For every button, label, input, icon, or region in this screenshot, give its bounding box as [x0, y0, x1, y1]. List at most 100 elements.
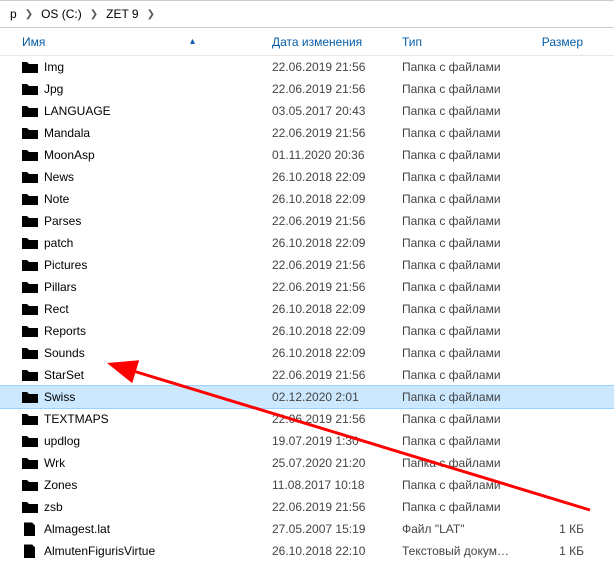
- header-type[interactable]: Тип: [394, 28, 512, 55]
- cell-date: 26.10.2018 22:09: [264, 236, 394, 250]
- item-name: StarSet: [44, 368, 84, 382]
- cell-date: 26.10.2018 22:09: [264, 302, 394, 316]
- list-item[interactable]: Wrk25.07.2020 21:20Папка с файлами: [0, 452, 614, 474]
- list-item[interactable]: AlmutenFigurisVirtue 26.10.2018 22:10Текс…: [0, 540, 614, 562]
- item-name: Img: [44, 60, 64, 74]
- list-item[interactable]: Mandala22.06.2019 21:56Папка с файлами: [0, 122, 614, 144]
- folder-icon: [22, 368, 38, 382]
- cell-date: 22.06.2019 21:56: [264, 258, 394, 272]
- cell-date: 22.06.2019 21:56: [264, 280, 394, 294]
- list-item[interactable]: LANGUAGE03.05.2017 20:43Папка с файлами: [0, 100, 614, 122]
- cell-date: 26.10.2018 22:09: [264, 324, 394, 338]
- cell-name: LANGUAGE: [0, 104, 264, 118]
- breadcrumb[interactable]: р ❯ OS (C:) ❯ ZET 9 ❯: [0, 0, 614, 28]
- cell-name: Jpg: [0, 82, 264, 96]
- chevron-right-icon[interactable]: ❯: [147, 9, 155, 20]
- folder-icon: [22, 412, 38, 426]
- item-name: Parses: [44, 214, 81, 228]
- list-item[interactable]: Jpg22.06.2019 21:56Папка с файлами: [0, 78, 614, 100]
- cell-date: 19.07.2019 1:30: [264, 434, 394, 448]
- item-name: updlog: [44, 434, 80, 448]
- cell-type: Файл "LAT": [394, 522, 512, 536]
- cell-name: updlog: [0, 434, 264, 448]
- breadcrumb-seg-2[interactable]: ZET 9: [104, 7, 140, 21]
- folder-icon: [22, 302, 38, 316]
- breadcrumb-seg-0[interactable]: р: [8, 7, 19, 21]
- cell-name: Mandala: [0, 126, 264, 140]
- list-item[interactable]: Note26.10.2018 22:09Папка с файлами: [0, 188, 614, 210]
- folder-icon: [22, 60, 38, 74]
- cell-name: patch: [0, 236, 264, 250]
- cell-name: Pillars: [0, 280, 264, 294]
- breadcrumb-seg-1[interactable]: OS (C:): [39, 7, 84, 21]
- item-name: Reports: [44, 324, 86, 338]
- list-item[interactable]: updlog19.07.2019 1:30Папка с файлами: [0, 430, 614, 452]
- folder-icon: [22, 192, 38, 206]
- cell-type: Папка с файлами: [394, 148, 512, 162]
- folder-icon: [22, 280, 38, 294]
- list-item[interactable]: Pictures22.06.2019 21:56Папка с файлами: [0, 254, 614, 276]
- item-name: TEXTMAPS: [44, 412, 109, 426]
- list-item[interactable]: Almagest.lat27.05.2007 15:19Файл "LAT"1 …: [0, 518, 614, 540]
- cell-type: Папка с файлами: [394, 170, 512, 184]
- cell-type: Текстовый докум…: [394, 544, 512, 558]
- chevron-right-icon[interactable]: ❯: [90, 9, 98, 20]
- cell-type: Папка с файлами: [394, 456, 512, 470]
- cell-name: zsb: [0, 500, 264, 514]
- list-item[interactable]: StarSet 22.06.2019 21:56Папка с файлами: [0, 364, 614, 386]
- cell-date: 22.06.2019 21:56: [264, 214, 394, 228]
- list-item[interactable]: Sounds26.10.2018 22:09Папка с файлами: [0, 342, 614, 364]
- cell-name: Wrk: [0, 456, 264, 470]
- cell-date: 22.06.2019 21:56: [264, 500, 394, 514]
- item-name: MoonAsp: [44, 148, 95, 162]
- item-name: Almagest.lat: [44, 522, 110, 536]
- list-item[interactable]: Swiss02.12.2020 2:01Папка с файлами: [0, 386, 614, 408]
- item-name: patch: [44, 236, 73, 250]
- item-name: Mandala: [44, 126, 90, 140]
- cell-name: Img: [0, 60, 264, 74]
- item-name: News: [44, 170, 74, 184]
- list-item[interactable]: zsb22.06.2019 21:56Папка с файлами: [0, 496, 614, 518]
- item-name: Wrk: [44, 456, 65, 470]
- header-size[interactable]: Размер: [512, 28, 592, 55]
- cell-date: 22.06.2019 21:56: [264, 368, 394, 382]
- list-item[interactable]: MoonAsp01.11.2020 20:36Папка с файлами: [0, 144, 614, 166]
- cell-date: 02.12.2020 2:01: [264, 390, 394, 404]
- list-item[interactable]: patch26.10.2018 22:09Папка с файлами: [0, 232, 614, 254]
- item-name: Pillars: [44, 280, 77, 294]
- cell-name: Rect: [0, 302, 264, 316]
- cell-date: 26.10.2018 22:09: [264, 346, 394, 360]
- list-item[interactable]: News26.10.2018 22:09Папка с файлами: [0, 166, 614, 188]
- cell-size: 1 КБ: [512, 544, 592, 558]
- cell-name: Pictures: [0, 258, 264, 272]
- list-item[interactable]: Parses 22.06.2019 21:56Папка с файлами: [0, 210, 614, 232]
- chevron-right-icon[interactable]: ❯: [25, 9, 33, 20]
- header-name-label: Имя: [22, 35, 45, 49]
- header-date-label: Дата изменения: [272, 35, 362, 49]
- folder-icon: [22, 346, 38, 360]
- cell-type: Папка с файлами: [394, 368, 512, 382]
- list-item[interactable]: Reports26.10.2018 22:09Папка с файлами: [0, 320, 614, 342]
- cell-date: 27.05.2007 15:19: [264, 522, 394, 536]
- list-item[interactable]: Zones11.08.2017 10:18Папка с файлами: [0, 474, 614, 496]
- cell-date: 26.10.2018 22:10: [264, 544, 394, 558]
- header-date[interactable]: Дата изменения: [264, 28, 394, 55]
- folder-icon: [22, 456, 38, 470]
- folder-icon: [22, 478, 38, 492]
- list-item[interactable]: Img22.06.2019 21:56Папка с файлами: [0, 56, 614, 78]
- item-name: Zones: [44, 478, 77, 492]
- header-name[interactable]: Имя ▴: [0, 28, 264, 55]
- cell-name: TEXTMAPS: [0, 412, 264, 426]
- folder-icon: [22, 148, 38, 162]
- cell-type: Папка с файлами: [394, 280, 512, 294]
- list-item[interactable]: Pillars 22.06.2019 21:56Папка с файлами: [0, 276, 614, 298]
- cell-type: Папка с файлами: [394, 214, 512, 228]
- item-name: AlmutenFigurisVirtue: [44, 544, 155, 558]
- cell-name: Swiss: [0, 390, 264, 404]
- folder-icon: [22, 500, 38, 514]
- cell-type: Папка с файлами: [394, 500, 512, 514]
- cell-name: MoonAsp: [0, 148, 264, 162]
- list-item[interactable]: Rect26.10.2018 22:09Папка с файлами: [0, 298, 614, 320]
- list-item[interactable]: TEXTMAPS22.06.2019 21:56Папка с файлами: [0, 408, 614, 430]
- file-list[interactable]: Имя ▴ Дата изменения Тип Размер Img22.06…: [0, 28, 614, 562]
